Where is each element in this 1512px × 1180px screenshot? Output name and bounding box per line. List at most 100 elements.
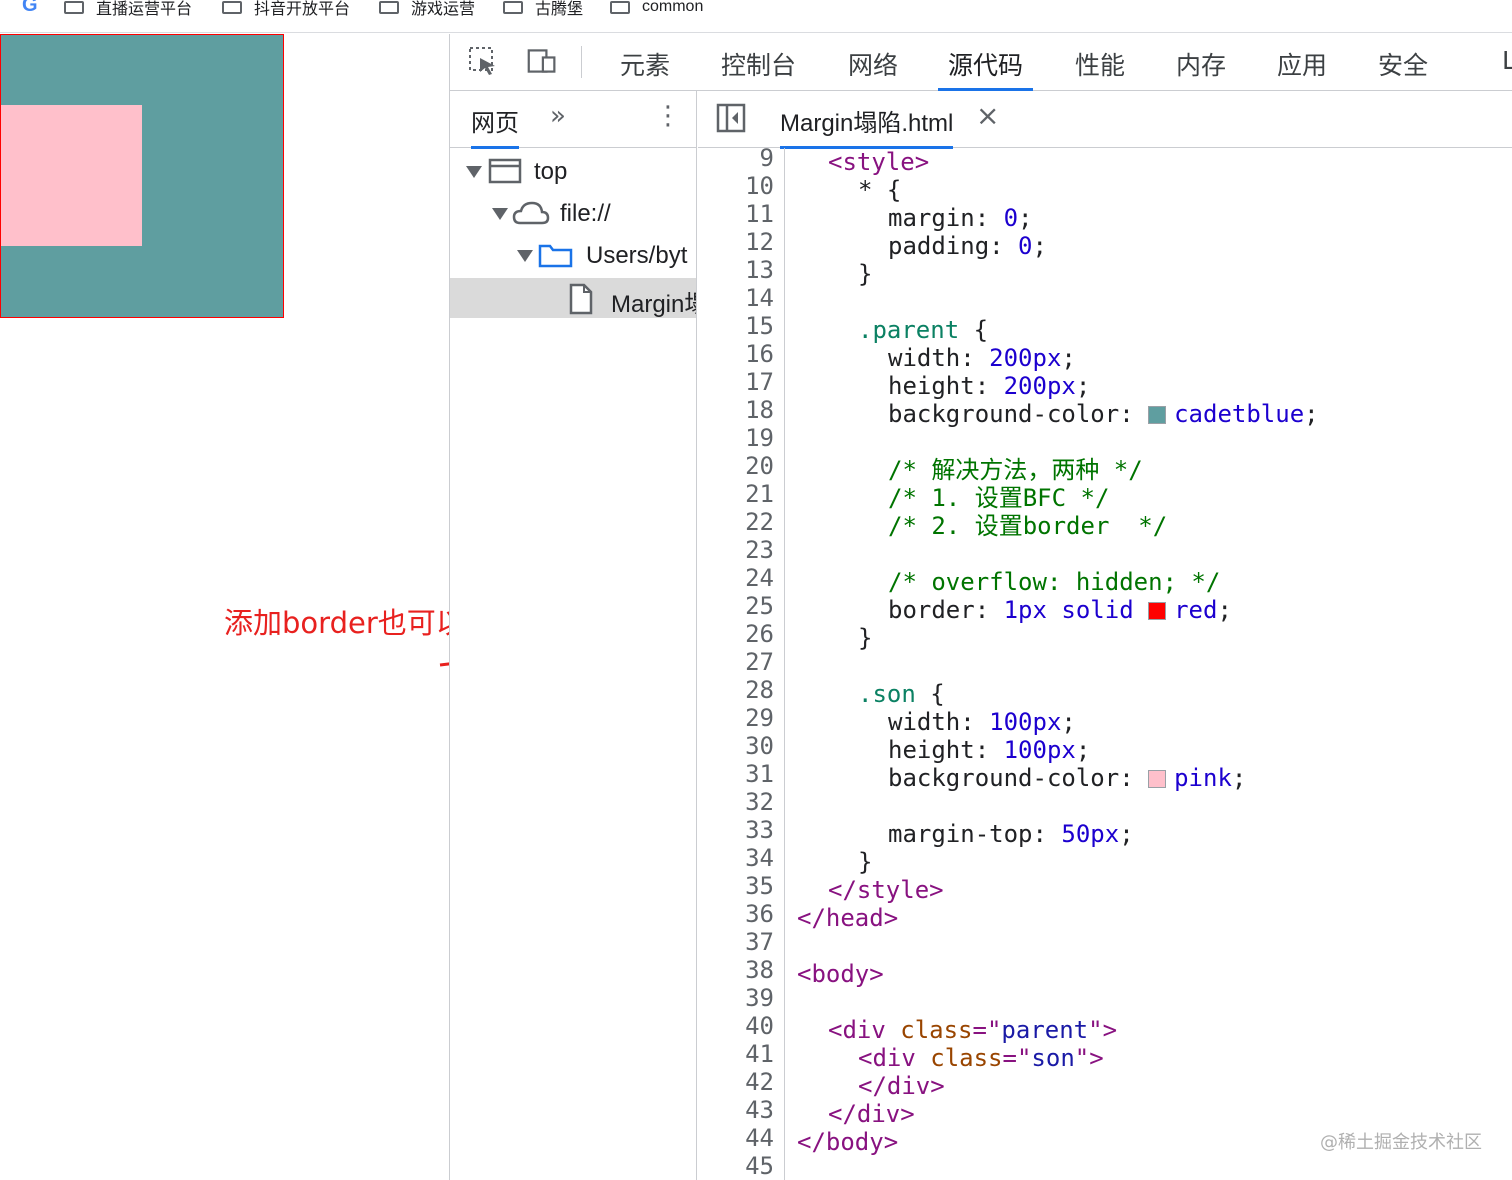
- close-icon[interactable]: ×: [976, 99, 999, 132]
- editor-tabbar: Margin塌陷.html ×: [698, 91, 1512, 149]
- code-line[interactable]: <div class="son">: [858, 1044, 1104, 1072]
- line-number: 29: [745, 704, 774, 732]
- line-number: 11: [745, 200, 774, 228]
- line-number: 38: [745, 956, 774, 984]
- folder-icon: [538, 244, 573, 268]
- line-number: 39: [745, 984, 774, 1012]
- tree-label: top: [534, 158, 568, 185]
- editor-file-tab[interactable]: Margin塌陷.html: [780, 103, 954, 149]
- line-number: 19: [745, 424, 774, 452]
- line-number: 36: [745, 900, 774, 928]
- tree-label: Margin塌: [611, 291, 696, 318]
- navigator-header: 网页 » ⋮: [450, 91, 696, 149]
- line-number: 35: [745, 872, 774, 900]
- tab-performance[interactable]: 性能: [1075, 46, 1125, 88]
- line-number: 26: [745, 620, 774, 648]
- code-line[interactable]: </body>: [797, 1128, 898, 1156]
- code-line[interactable]: width: 100px;: [888, 708, 1076, 736]
- tab-memory[interactable]: 内存: [1176, 46, 1226, 88]
- line-number: 31: [745, 760, 774, 788]
- line-number: 41: [745, 1040, 774, 1068]
- tree-item-file[interactable]: file://: [450, 194, 696, 234]
- code-line[interactable]: height: 100px;: [888, 736, 1090, 764]
- code-line[interactable]: border: 1px solid red;: [888, 596, 1232, 624]
- line-number: 45: [745, 1152, 774, 1180]
- color-swatch-pink[interactable]: [1148, 770, 1167, 788]
- tree-label: file://: [560, 200, 611, 227]
- code-line[interactable]: </head>: [797, 904, 898, 932]
- code-line[interactable]: }: [858, 260, 872, 288]
- tab-separator: [581, 46, 582, 78]
- device-toolbar-icon[interactable]: [527, 46, 557, 76]
- watermark: @稀土掘金技术社区: [1320, 1132, 1482, 1153]
- code-line[interactable]: </div>: [828, 1100, 915, 1128]
- code-line[interactable]: <div class="parent">: [828, 1016, 1117, 1044]
- tree-item-folder[interactable]: Users/byt: [450, 236, 696, 276]
- code-line[interactable]: </style>: [828, 876, 944, 904]
- line-number: 24: [745, 564, 774, 592]
- code-line[interactable]: .son {: [858, 680, 945, 708]
- line-number: 10: [745, 172, 774, 200]
- line-number-gutter: 9 10 11 12 13 14 15 16 17 18 19 20 21 22…: [698, 144, 785, 1180]
- tab-lighthouse[interactable]: L: [1502, 46, 1512, 88]
- code-comment[interactable]: /* 1. 设置BFC */: [888, 484, 1109, 512]
- line-number: 30: [745, 732, 774, 760]
- line-number: 25: [745, 592, 774, 620]
- line-number: 34: [745, 844, 774, 872]
- line-number: 28: [745, 676, 774, 704]
- tab-sources[interactable]: 源代码: [938, 46, 1034, 91]
- line-number: 14: [745, 284, 774, 312]
- expand-triangle-icon[interactable]: [492, 208, 508, 220]
- tab-page[interactable]: 网页: [471, 103, 519, 149]
- color-swatch-cadetblue[interactable]: [1148, 406, 1167, 424]
- sources-navigator: 网页 » ⋮ top file:// Users/byt Margin: [450, 91, 697, 1180]
- expand-triangle-icon[interactable]: [517, 250, 533, 262]
- tab-elements[interactable]: 元素: [620, 46, 670, 88]
- code-editor: Margin塌陷.html × 9 10 11 12 13 14 15 16 1…: [698, 91, 1512, 1180]
- code-line[interactable]: </div>: [858, 1072, 945, 1100]
- cloud-icon: [512, 201, 550, 225]
- tab-application[interactable]: 应用: [1277, 46, 1327, 88]
- line-number: 13: [745, 256, 774, 284]
- code-line[interactable]: margin-top: 50px;: [888, 820, 1134, 848]
- devtools-tabbar: 元素 控制台 网络 源代码 性能 内存 应用 安全 L: [450, 34, 1512, 91]
- line-number: 15: [745, 312, 774, 340]
- line-number: 43: [745, 1096, 774, 1124]
- code-line[interactable]: padding: 0;: [888, 232, 1047, 260]
- code-line[interactable]: margin: 0;: [888, 204, 1033, 232]
- code-line[interactable]: }: [858, 848, 872, 876]
- code-line[interactable]: background-color: cadetblue;: [888, 400, 1319, 428]
- code-line[interactable]: height: 200px;: [888, 372, 1090, 400]
- line-number: 17: [745, 368, 774, 396]
- kebab-menu-icon[interactable]: ⋮: [655, 101, 681, 131]
- code-line[interactable]: <body>: [797, 960, 884, 988]
- code-line[interactable]: .parent {: [858, 316, 988, 344]
- code-line[interactable]: }: [858, 624, 872, 652]
- inspect-element-icon[interactable]: [468, 46, 498, 76]
- tree-item-file-margin[interactable]: Margin塌: [450, 278, 696, 318]
- code-line[interactable]: background-color: pink;: [888, 764, 1246, 792]
- line-number: 18: [745, 396, 774, 424]
- line-number: 12: [745, 228, 774, 256]
- line-number: 20: [745, 452, 774, 480]
- expand-triangle-icon[interactable]: [466, 166, 482, 178]
- line-number: 42: [745, 1068, 774, 1096]
- code-comment[interactable]: /* 2. 设置border */: [888, 512, 1167, 540]
- tree-item-top[interactable]: top: [450, 152, 696, 192]
- code-line[interactable]: <style>: [828, 148, 929, 176]
- tab-console[interactable]: 控制台: [721, 46, 796, 88]
- line-number: 23: [745, 536, 774, 564]
- file-icon: [569, 283, 593, 315]
- tab-network[interactable]: 网络: [848, 46, 898, 88]
- line-number: 40: [745, 1012, 774, 1040]
- line-number: 21: [745, 480, 774, 508]
- color-swatch-red[interactable]: [1148, 602, 1167, 620]
- tab-security[interactable]: 安全: [1378, 46, 1428, 88]
- more-tabs-icon[interactable]: »: [550, 101, 566, 131]
- code-line[interactable]: * {: [858, 176, 901, 204]
- code-line[interactable]: width: 200px;: [888, 344, 1076, 372]
- devtools-panel: 元素 控制台 网络 源代码 性能 内存 应用 安全 L 网页 » ⋮ top f…: [449, 34, 1512, 1180]
- toggle-navigator-icon[interactable]: [716, 103, 746, 133]
- code-comment[interactable]: /* overflow: hidden; */: [888, 568, 1220, 596]
- code-comment[interactable]: /* 解决方法，两种 */: [888, 456, 1143, 484]
